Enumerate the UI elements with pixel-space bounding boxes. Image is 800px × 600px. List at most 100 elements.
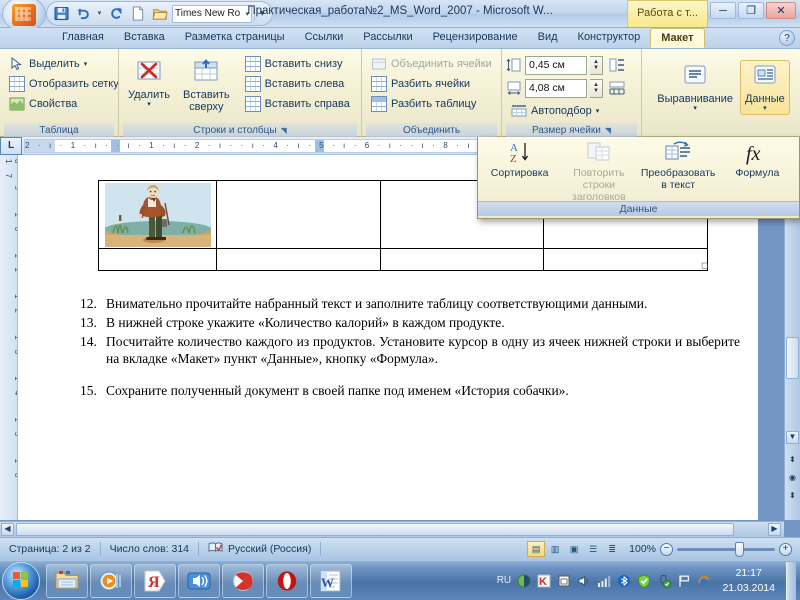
language-indicator-tray[interactable]: RU: [496, 573, 511, 588]
help-icon[interactable]: ?: [779, 30, 795, 46]
zoom-level-label[interactable]: 100%: [629, 543, 656, 555]
tab-konstruktor[interactable]: Конструктор: [568, 28, 651, 48]
row-height-input[interactable]: 0,45 см: [525, 55, 587, 75]
select-browse-object-icon[interactable]: ◉: [786, 473, 799, 486]
zoom-slider-track[interactable]: [677, 541, 775, 557]
repeat-header-rows-menu-item[interactable]: Повторить строки заголовков: [559, 140, 638, 203]
volume-icon[interactable]: [576, 573, 591, 588]
autofit-button[interactable]: Автоподбор ▾: [506, 101, 604, 120]
data-dropdown-panel[interactable]: AZ Сортировка Повторить строки заголовко…: [477, 137, 800, 219]
list-number: 14.: [80, 333, 97, 349]
table-cell[interactable]: [543, 248, 708, 271]
close-button[interactable]: ✕: [766, 2, 796, 19]
vertical-ruler[interactable]: 8 9 10 11 12 13 14 15 16 17: [0, 155, 18, 520]
delete-button[interactable]: Удалить ▾: [123, 56, 175, 111]
alignment-icon: [680, 63, 710, 93]
merge-cells-button[interactable]: Объединить ячейки: [366, 54, 497, 73]
insert-right-icon: [244, 95, 261, 112]
document-text[interactable]: 12. Внимательно прочитайте набранный тек…: [80, 295, 740, 401]
bluetooth-icon[interactable]: [616, 573, 631, 588]
tab-vid[interactable]: Вид: [528, 28, 568, 48]
insert-below-label: Вставить снизу: [264, 57, 343, 70]
zoom-slider-knob[interactable]: [735, 541, 744, 557]
insert-right-button[interactable]: Вставить справа: [240, 94, 355, 113]
convert-to-text-menu-item[interactable]: Преобразовать в текст: [639, 140, 718, 201]
taskbar-explorer-button[interactable]: [46, 563, 88, 598]
table-cell[interactable]: [98, 248, 217, 271]
select-button[interactable]: Выделить ▾: [4, 54, 124, 73]
clock[interactable]: 21:17 21.03.2014: [716, 566, 781, 594]
split-cells-button[interactable]: Разбить ячейки: [366, 74, 497, 93]
row-height-spinner[interactable]: ▲ ▼: [590, 55, 603, 75]
taskbar-opera-button[interactable]: [266, 563, 308, 598]
tab-stop-selector[interactable]: L: [0, 136, 22, 155]
table-cell[interactable]: [216, 180, 381, 249]
flag-icon[interactable]: [676, 573, 691, 588]
column-width-spinner[interactable]: ▲ ▼: [590, 78, 603, 98]
table-row[interactable]: [98, 248, 708, 271]
tab-vstavka[interactable]: Вставка: [114, 28, 175, 48]
draft-view-button[interactable]: ≣: [603, 541, 621, 557]
usb-ok-icon[interactable]: [656, 573, 671, 588]
tab-rassylki[interactable]: Рассылки: [353, 28, 422, 48]
device-icon[interactable]: [556, 573, 571, 588]
tab-razmetka-stranicy[interactable]: Разметка страницы: [175, 28, 295, 48]
data-button[interactable]: Данные ▾: [739, 60, 790, 115]
sort-menu-item[interactable]: AZ Сортировка: [480, 140, 559, 201]
tab-glavnaya[interactable]: Главная: [52, 28, 114, 48]
kaspersky-icon[interactable]: K: [536, 573, 551, 588]
data-dropdown-items: AZ Сортировка Повторить строки заголовко…: [478, 137, 799, 203]
scroll-right-button[interactable]: ▶: [768, 523, 781, 536]
taskbar-media-player-button[interactable]: [90, 563, 132, 598]
taskbar-volume-app-button[interactable]: [178, 563, 220, 598]
insert-below-button[interactable]: Вставить снизу: [240, 54, 355, 73]
start-button[interactable]: [2, 561, 40, 600]
table-cell[interactable]: [216, 248, 381, 271]
tab-recenzirovanie[interactable]: Рецензирование: [423, 28, 528, 48]
column-width-input[interactable]: 4,08 см: [525, 78, 587, 98]
scroll-left-button[interactable]: ◀: [1, 523, 14, 536]
restore-button[interactable]: ❐: [738, 2, 764, 19]
outline-view-button[interactable]: ☰: [584, 541, 602, 557]
web-layout-view-button[interactable]: ▣: [565, 541, 583, 557]
network-signal-icon[interactable]: [596, 573, 611, 588]
table-cell[interactable]: [379, 248, 545, 271]
dialog-launcher-icon[interactable]: ◥: [281, 126, 287, 135]
distribute-rows-icon[interactable]: [609, 57, 625, 73]
insert-left-button[interactable]: Вставить слева: [240, 74, 355, 93]
page-indicator[interactable]: Страница: 2 из 2: [0, 538, 100, 561]
distribute-columns-icon[interactable]: [609, 80, 625, 96]
dialog-launcher-icon[interactable]: ◥: [605, 126, 611, 135]
gadget-icon[interactable]: [516, 573, 531, 588]
vertical-scroll-thumb[interactable]: [786, 337, 799, 379]
table-resize-handle[interactable]: ◻: [701, 260, 708, 271]
full-screen-reading-view-button[interactable]: ▥: [546, 541, 564, 557]
tab-maket[interactable]: Макет: [650, 28, 705, 48]
language-indicator[interactable]: Русский (Россия): [199, 538, 320, 561]
zoom-out-button[interactable]: −: [660, 542, 673, 556]
taskbar-yandex-button[interactable]: Я: [134, 563, 176, 598]
print-layout-view-button[interactable]: ▤: [527, 541, 546, 557]
opera-icon: [277, 570, 297, 591]
table-cell-image[interactable]: [98, 180, 217, 249]
tab-ssylki[interactable]: Ссылки: [295, 28, 354, 48]
horizontal-scrollbar[interactable]: ◀ ▶: [0, 521, 784, 537]
view-gridlines-button[interactable]: Отобразить сетку: [4, 74, 124, 93]
formula-menu-item[interactable]: fx Формула: [718, 140, 797, 201]
taskbar-word-button[interactable]: W: [310, 563, 352, 598]
alignment-button[interactable]: Выравнивание ▾: [652, 60, 738, 115]
word-count-indicator[interactable]: Число слов: 314: [101, 538, 198, 561]
update-icon[interactable]: P: [696, 573, 711, 588]
zoom-in-button[interactable]: +: [779, 542, 792, 556]
previous-page-icon[interactable]: ⬍: [786, 455, 799, 468]
insert-above-button[interactable]: Вставить сверху: [178, 56, 235, 116]
scroll-down-button[interactable]: ▼: [786, 431, 799, 444]
table-properties-button[interactable]: Свойства: [4, 94, 124, 113]
next-page-icon[interactable]: ⬍: [786, 491, 799, 504]
show-desktop-button[interactable]: [786, 561, 796, 600]
taskbar-yandex-browser-button[interactable]: [222, 563, 264, 598]
minimize-button[interactable]: ─: [710, 2, 736, 19]
split-table-button[interactable]: Разбить таблицу: [366, 94, 497, 113]
shield-ok-icon[interactable]: [636, 573, 651, 588]
horizontal-scroll-thumb[interactable]: [16, 523, 734, 536]
